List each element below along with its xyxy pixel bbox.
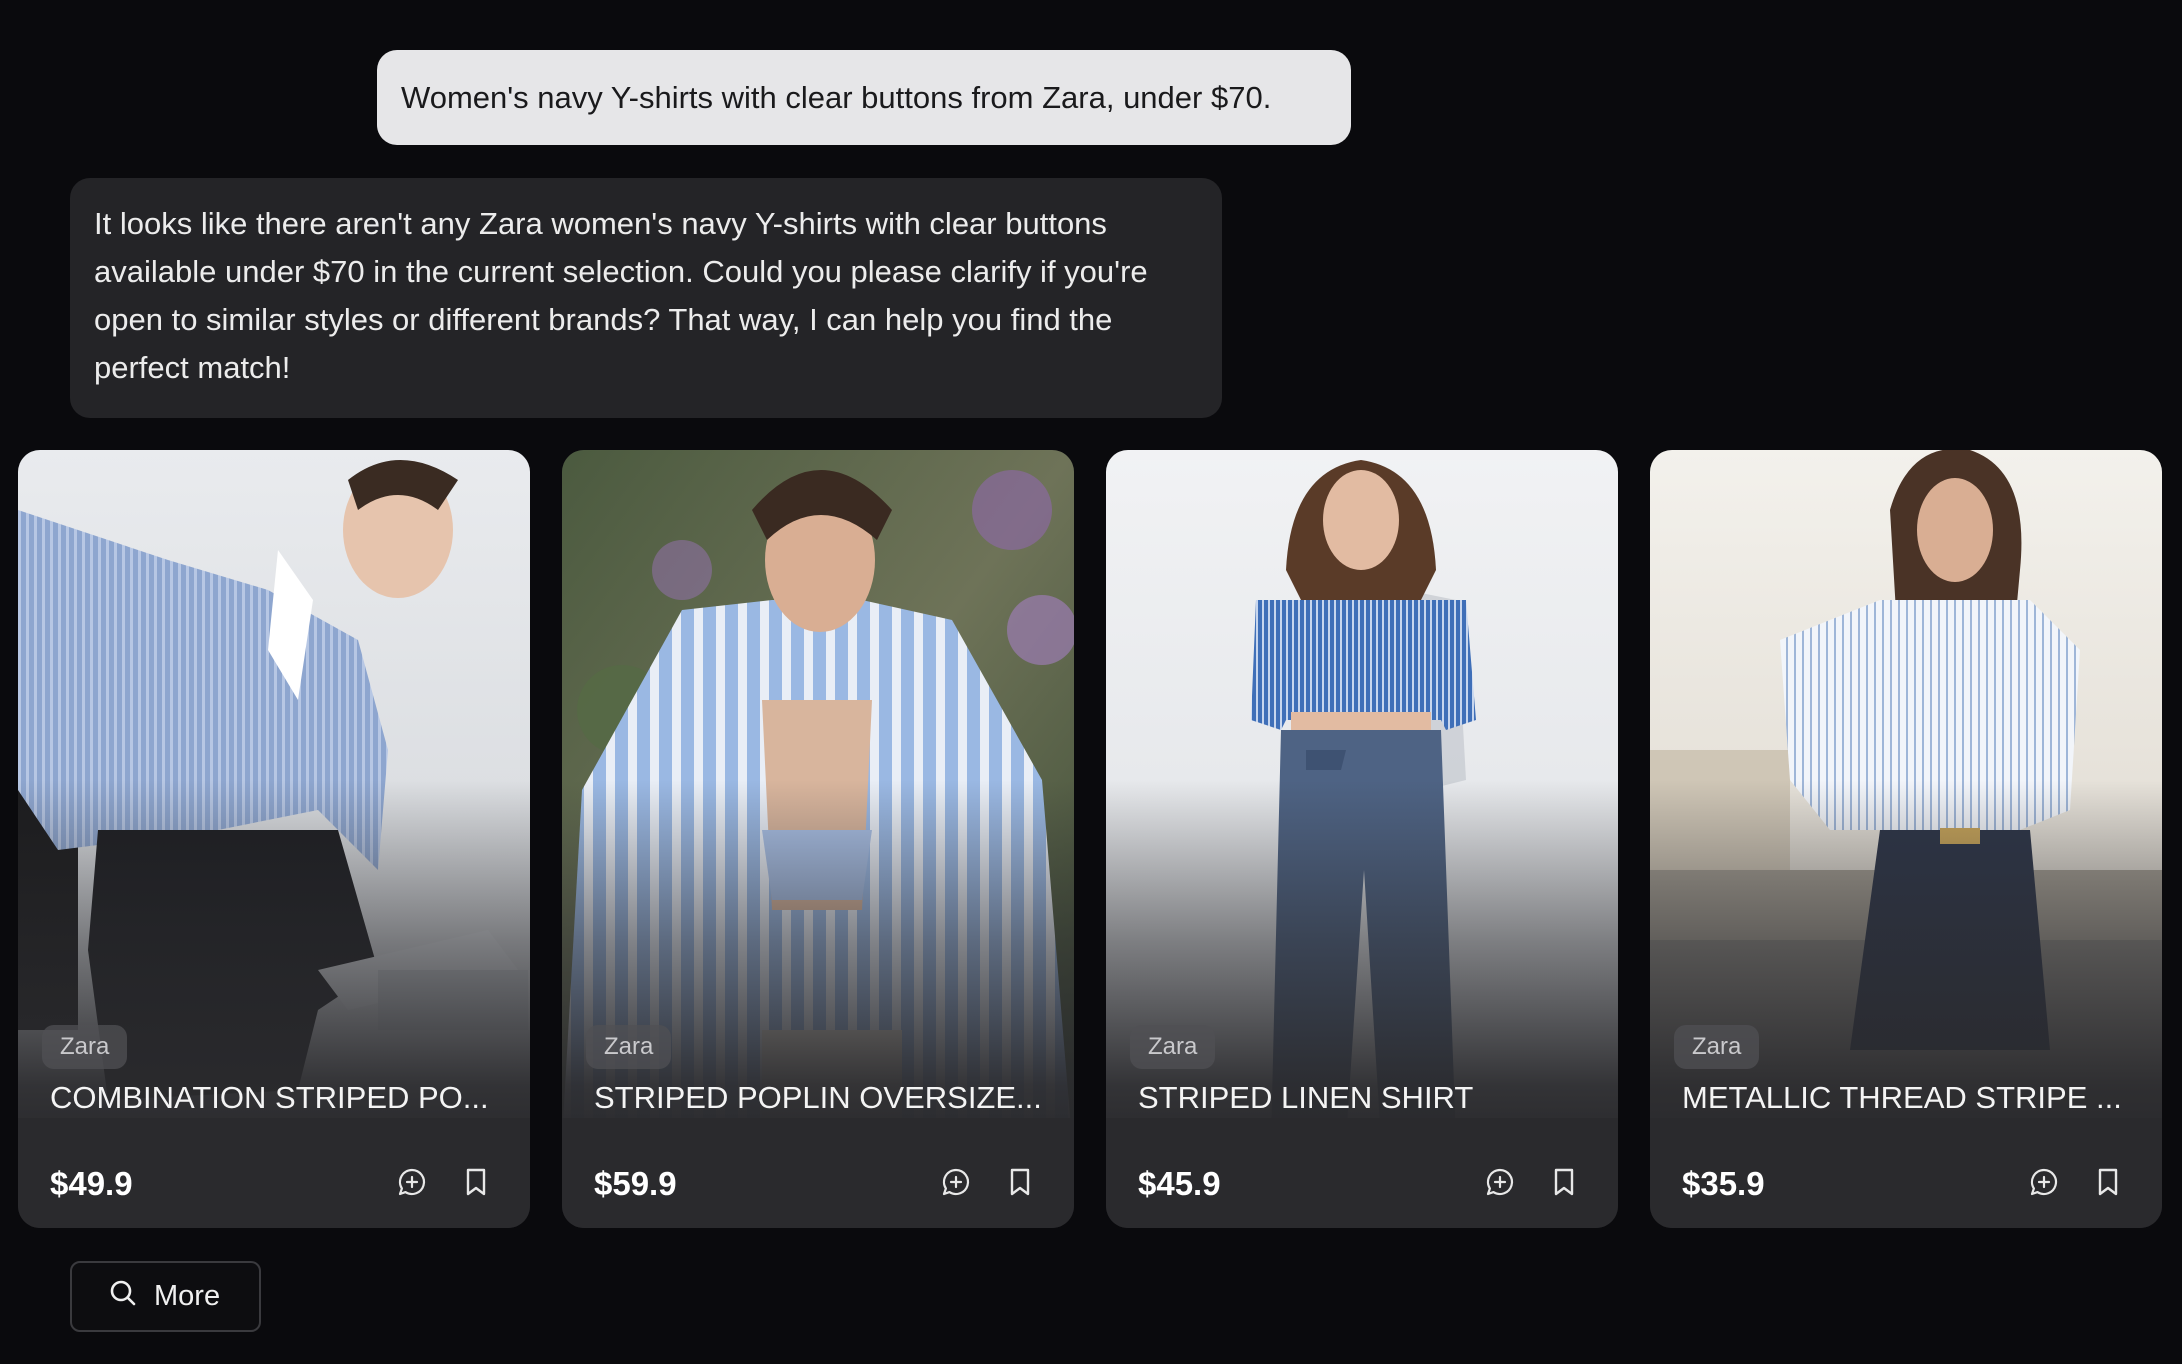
user-message-bubble: Women's navy Y-shirts with clear buttons… (377, 50, 1351, 145)
product-price: $49.9 (50, 1165, 133, 1202)
brand-tag: Zara (586, 1025, 672, 1069)
more-button[interactable]: More (70, 1261, 261, 1332)
bookmark-icon[interactable] (1542, 1160, 1586, 1204)
chat-plus-icon[interactable] (1478, 1160, 1522, 1204)
product-name[interactable]: STRIPED LINEN SHIRT (1138, 1075, 1598, 1121)
bookmark-icon[interactable] (998, 1160, 1042, 1204)
product-price: $35.9 (1682, 1165, 1765, 1202)
product-name[interactable]: METALLIC THREAD STRIPE ... (1682, 1075, 2142, 1121)
product-price: $45.9 (1138, 1165, 1221, 1202)
brand-tag: Zara (1130, 1025, 1216, 1069)
product-card[interactable]: Zara COMBINATION STRIPED PO... $49.9 (18, 450, 530, 1228)
search-icon (108, 1278, 138, 1316)
more-button-label: More (154, 1280, 221, 1312)
assistant-message-bubble: It looks like there aren't any Zara wome… (70, 178, 1222, 418)
product-carousel: Zara COMBINATION STRIPED PO... $49.9 Zar… (18, 450, 2164, 1228)
bookmark-icon[interactable] (454, 1160, 498, 1204)
product-card[interactable]: Zara STRIPED POPLIN OVERSIZE... $59.9 (562, 450, 1074, 1228)
brand-tag: Zara (42, 1025, 128, 1069)
product-name[interactable]: STRIPED POPLIN OVERSIZE... (594, 1075, 1054, 1121)
chat-plus-icon[interactable] (390, 1160, 434, 1204)
chat-plus-icon[interactable] (934, 1160, 978, 1204)
bookmark-icon[interactable] (2086, 1160, 2130, 1204)
chat-plus-icon[interactable] (2022, 1160, 2066, 1204)
product-card[interactable]: Zara STRIPED LINEN SHIRT $45.9 (1106, 450, 1618, 1228)
product-price: $59.9 (594, 1165, 677, 1202)
user-message-text: Women's navy Y-shirts with clear buttons… (401, 80, 1272, 115)
product-name[interactable]: COMBINATION STRIPED PO... (50, 1075, 510, 1121)
assistant-message-text: It looks like there aren't any Zara wome… (94, 206, 1148, 385)
brand-tag: Zara (1674, 1025, 1760, 1069)
product-card[interactable]: Zara METALLIC THREAD STRIPE ... $35.9 (1650, 450, 2162, 1228)
